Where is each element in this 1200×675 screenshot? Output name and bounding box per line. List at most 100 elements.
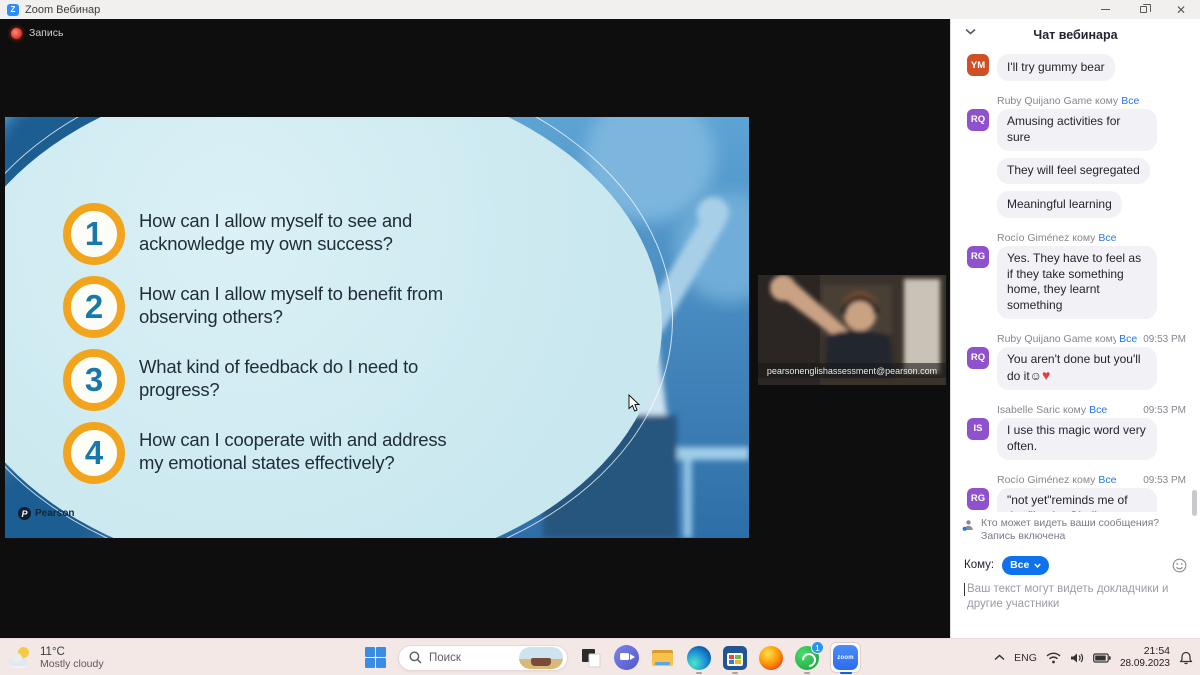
file-explorer-button[interactable] (649, 639, 676, 675)
weather-widget[interactable]: 11°C Mostly cloudy (8, 642, 104, 673)
recording-label: Запись (29, 27, 63, 39)
chat-title: Чат вебинара (1033, 28, 1117, 42)
question-list: 1How can I allow myself to see and ackno… (63, 203, 483, 495)
sender-recipient: Все (1098, 232, 1116, 244)
tray-clock[interactable]: 21:54 28.09.2023 (1120, 645, 1170, 670)
message-input[interactable]: Ваш текст могут видеть докладчики и друг… (964, 582, 1187, 612)
sender-name: Rocío Giménez кому (997, 232, 1095, 244)
minimize-button[interactable] (1086, 0, 1124, 19)
system-tray: ENG 21:54 28.09.2023 (994, 639, 1193, 675)
question-item: 1How can I allow myself to see and ackno… (63, 203, 483, 265)
presenter-email-label: pearsonenglishassessment@pearson.com (758, 363, 946, 378)
recording-dot-icon (11, 28, 22, 39)
weather-temp: 11°C (40, 646, 104, 658)
tray-date: 28.09.2023 (1120, 658, 1170, 670)
sender-recipient: Все (1119, 333, 1137, 345)
chat-bubble: "not yet"reminds me of the film the Glad… (997, 488, 1157, 513)
question-text: How can I allow myself to see and acknow… (139, 210, 469, 255)
avatar: RQ (967, 347, 989, 369)
avatar: RQ (967, 109, 989, 131)
chat-message-group: Ruby Quijano Game комуВсе09:53 PM RQ You a… (967, 333, 1186, 390)
firefox-button[interactable] (757, 639, 784, 675)
text-caret (964, 583, 965, 596)
question-text: What kind of feedback do I need to progr… (139, 356, 469, 401)
question-number: 4 (63, 422, 125, 484)
sender-line: Ruby Quijano Game комуВсе (997, 95, 1186, 107)
chat-header: Чат вебинара (951, 19, 1200, 50)
wifi-icon[interactable] (1046, 652, 1061, 664)
chat-compose: Кому: Все Ваш текст могут видеть докладч… (951, 549, 1200, 638)
sender-line: Ruby Quijano Game комуВсе09:53 PM (997, 333, 1186, 345)
start-button[interactable] (362, 639, 389, 675)
question-number: 3 (63, 349, 125, 411)
chat-bubble: Meaningful learning (997, 191, 1122, 218)
task-view-button[interactable] (577, 639, 604, 675)
battery-icon[interactable] (1093, 653, 1111, 663)
chat-bubble: They will feel segregated (997, 158, 1150, 185)
chat-message-group: Rocío Giménez комуВсеRGYes. They have to… (967, 232, 1186, 319)
chat-message-group: Rocío Giménez комуВсе09:53 PMRG"not yet"… (967, 474, 1186, 513)
teams-chat-button[interactable] (613, 639, 640, 675)
question-item: 3 What kind of feedback do I need to prog… (63, 349, 483, 411)
compose-to-label: Кому: (964, 559, 994, 571)
pearson-wordmark: Pearson (35, 508, 74, 519)
recording-indicator: Запись (11, 27, 63, 39)
chat-panel: Чат вебинара YMI'll try gummy bear Ruby Q… (950, 19, 1200, 638)
search-icon (409, 651, 422, 664)
search-placeholder: Поиск (429, 652, 519, 664)
whatsapp-notification-badge: 1 (811, 641, 824, 654)
question-text: How can I allow myself to benefit from o… (139, 283, 469, 328)
search-box[interactable]: Поиск (398, 645, 568, 671)
chat-bubble: Amusing activities for sure (997, 109, 1157, 151)
window-controls: ✕ (1086, 0, 1200, 19)
mouse-cursor (628, 394, 640, 412)
chat-message-group: YMI'll try gummy bear (967, 54, 1186, 81)
heart-icon: ♥ (1042, 367, 1050, 383)
windows-logo-icon (365, 647, 387, 669)
edge-button[interactable] (685, 639, 712, 675)
weather-icon (8, 647, 34, 669)
participants-icon (962, 519, 975, 532)
message-input-placeholder: Ваш текст могут видеть докладчики и друг… (967, 583, 1168, 610)
microsoft-store-icon (723, 646, 747, 670)
audience-dropdown[interactable]: Все (1002, 556, 1049, 575)
volume-icon[interactable] (1070, 652, 1084, 664)
avatar: YM (967, 54, 989, 76)
chat-bubble: You aren't done but you'll do it☺♥ (997, 347, 1157, 390)
notification-bell-icon[interactable] (1179, 651, 1193, 665)
sender-line: Rocío Giménez комуВсе09:53 PM (997, 474, 1186, 486)
windows-taskbar: 11°C Mostly cloudy Поиск (0, 638, 1200, 675)
edge-icon (687, 646, 711, 670)
chat-visibility-text: Кто может видеть ваши сообщения? Запись … (981, 517, 1159, 542)
microsoft-store-button[interactable] (721, 639, 748, 675)
firefox-icon (759, 646, 783, 670)
taskbar-center: Поиск (362, 639, 862, 675)
chat-message-group: Isabelle Saric комуВсе09:53 PMISI use th… (967, 404, 1186, 460)
sender-name: Rocío Giménez кому (997, 474, 1095, 486)
teams-chat-icon (614, 645, 639, 670)
search-daily-image (519, 647, 563, 669)
zoom-taskbar-button[interactable]: zoom (829, 639, 862, 675)
restore-button[interactable] (1124, 0, 1162, 19)
avatar: IS (967, 418, 989, 440)
tray-time: 21:54 (1120, 645, 1170, 658)
chat-visibility-notice: Кто может видеть ваши сообщения? Запись … (951, 513, 1200, 543)
audience-value: Все (1010, 559, 1029, 571)
sender-recipient: Все (1089, 404, 1107, 416)
close-button[interactable]: ✕ (1162, 0, 1200, 19)
question-item: 4How can I cooperate with and address my… (63, 422, 483, 484)
presenter-video-thumbnail[interactable]: pearsonenglishassessment@pearson.com (758, 275, 946, 385)
chat-messages[interactable]: YMI'll try gummy bear Ruby Quijano Game к… (951, 50, 1200, 512)
file-explorer-icon (650, 645, 675, 670)
meeting-stage: Запись (0, 19, 950, 638)
pearson-logo: P Pearson (18, 507, 74, 520)
whatsapp-button[interactable]: 1 (793, 639, 820, 675)
chevron-down-icon[interactable] (965, 28, 976, 35)
tray-chevron-up-icon[interactable] (994, 654, 1005, 661)
message-time: 09:53 PM (1137, 475, 1186, 486)
pearson-mark-icon: P (18, 507, 31, 520)
emoji-picker-button[interactable] (1172, 558, 1187, 573)
language-indicator[interactable]: ENG (1014, 652, 1037, 664)
window-title: Zoom Вебинар (25, 4, 100, 16)
sender-line: Rocío Giménez комуВсе (997, 232, 1186, 244)
